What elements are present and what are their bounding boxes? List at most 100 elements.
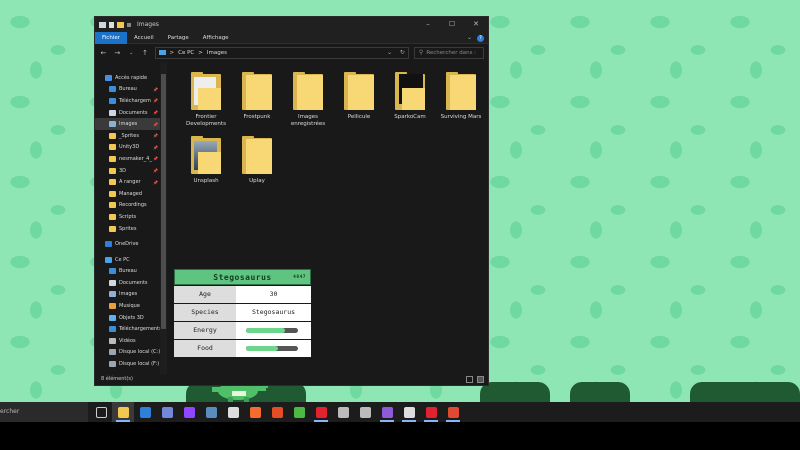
nav-item-disque-local-f-[interactable]: Disque local (F:) [95,358,167,370]
up-arrow-icon[interactable]: ↑ [141,49,150,57]
breadcrumb-images[interactable]: Images [207,50,227,56]
nav-item-a-ranger[interactable]: A ranger 📌 [95,176,167,188]
nav-item-t-l-chargements[interactable]: Téléchargements [95,323,167,335]
nav-item-bureau[interactable]: Bureau 📌 [95,84,167,96]
opera-taskbar-button[interactable] [310,402,332,422]
nav-item-label: Musique [119,303,140,310]
edge-taskbar-button[interactable] [134,402,156,422]
folder-icon [191,72,221,110]
nav-item-onedrive[interactable]: OneDrive [95,238,167,250]
nav-item-documents[interactable]: Documents 📌 [95,107,167,119]
nav-item-vid-os[interactable]: Vidéos [95,335,167,347]
red-app-taskbar-button[interactable] [442,402,464,422]
twitch-icon [183,406,195,418]
nav-item-label: Ce PC [115,256,130,263]
game-app-taskbar-button[interactable] [420,402,442,422]
address-dropdown-icon[interactable]: ⌄ [387,49,392,56]
folder-item[interactable]: SparkoCam [385,72,435,121]
unity-taskbar-button[interactable] [398,402,420,422]
nav-item-scripts[interactable]: Scripts [95,211,167,223]
breadcrumb-separator: > [169,49,175,56]
nav-item-label: Téléchargements [119,326,162,333]
folder-item[interactable]: Surviving Mars [436,72,486,121]
copy-taskbar-button[interactable] [354,402,376,422]
nav-scrollbar-thumb[interactable] [161,74,166,329]
dino-stat-value: 30 [236,286,311,303]
drive-icon [109,349,116,356]
nav-item-label: OneDrive [115,241,139,248]
refresh-icon[interactable]: ↻ [400,49,405,56]
tab-accueil[interactable]: Accueil [127,32,161,44]
quick-access-dropdown-icon[interactable] [127,22,131,27]
nav-item-objets-3d[interactable]: Objets 3D [95,312,167,324]
twitch-taskbar-button[interactable] [178,402,200,422]
cube-icon [109,314,116,321]
help-icon[interactable]: ? [477,35,484,42]
discord-taskbar-button[interactable] [156,402,178,422]
folder-item[interactable]: Frostpunk [232,72,282,121]
nav-item-recordings[interactable]: Recordings [95,200,167,212]
folder-icon [109,225,116,232]
epic-games-taskbar-button[interactable] [222,402,244,422]
large-icons-view-button[interactable] [477,376,484,383]
folder-item[interactable]: Unsplash [181,136,231,185]
nav-item-bureau[interactable]: Bureau [95,266,167,278]
origin-taskbar-button[interactable] [244,402,266,422]
nav-item-disque-local-c-[interactable]: Disque local (C:) [95,347,167,359]
desktop-icon [109,268,116,275]
recent-locations-icon[interactable]: ⌄ [127,50,136,56]
folder-item[interactable]: Images enregistrées [283,72,333,128]
search-input[interactable]: ⚲ Rechercher dans : [413,46,484,59]
nav-item-nesmaker-4-[interactable]: nesmaker_4_ 📌 [95,153,167,165]
details-view-button[interactable] [466,376,473,383]
nav-item-sprites[interactable]: Sprites [95,223,167,235]
nav-item-documents[interactable]: Documents [95,277,167,289]
nav-item-acc-s-rapide[interactable]: Accès rapide [95,72,167,84]
sketchup-taskbar-button[interactable] [332,402,354,422]
nav-item-ce-pc[interactable]: Ce PC [95,254,167,266]
taskbar-search-box[interactable]: ercher [0,402,88,422]
title-bar[interactable]: Images – ☐ ✕ [95,17,488,32]
new-folder-icon[interactable] [117,21,124,28]
nav-item-3d[interactable]: 3D 📌 [95,165,167,177]
steam-taskbar-button[interactable] [200,402,222,422]
image-icon [109,291,116,298]
folder-item[interactable]: Frontier Developments [181,72,231,128]
nav-item-images[interactable]: Images 📌 [95,118,167,130]
tab-affichage[interactable]: Affichage [196,32,236,44]
file-explorer-taskbar-button[interactable] [112,402,134,422]
nav-item-musique[interactable]: Musique [95,300,167,312]
maximize-button[interactable]: ☐ [440,17,464,32]
forward-arrow-icon[interactable]: → [113,49,122,57]
ribbon-tabs: Fichier Accueil Partage Affichage ⌄ ? [95,31,488,44]
visual-studio-taskbar-button[interactable] [376,402,398,422]
expand-ribbon-icon[interactable]: ⌄ [467,34,472,41]
camtasia-taskbar-button[interactable] [288,402,310,422]
back-arrow-icon[interactable]: ← [99,49,108,57]
nav-item-managed[interactable]: Managed [95,188,167,200]
close-button[interactable]: ✕ [464,17,488,32]
minimize-button[interactable]: – [416,17,440,32]
dino-stat-row: Food [174,340,311,357]
folder-item[interactable]: Pellicule [334,72,384,121]
properties-icon[interactable] [109,21,114,28]
task-view-taskbar-button[interactable] [90,402,112,422]
breadcrumb-ce-pc[interactable]: Ce PC [178,50,194,56]
navigation-pane[interactable]: Accès rapide Bureau 📌 Téléchargem 📌 Documents… [95,62,167,374]
tab-partage[interactable]: Partage [161,32,196,44]
folder-item[interactable]: Uplay [232,136,282,185]
nav-item-images[interactable]: Images [95,289,167,301]
nav-scrollbar[interactable] [160,62,167,374]
tab-fichier[interactable]: Fichier [95,31,127,44]
nav-item-label: Images [119,291,138,298]
address-bar[interactable]: > Ce PC > Images ⌄ ↻ [154,46,409,59]
html5-taskbar-button[interactable] [266,402,288,422]
nav-item-unity3d[interactable]: Unity3D 📌 [95,142,167,154]
nav-item--sprites[interactable]: _Sprites 📌 [95,130,167,142]
image-icon [109,121,116,128]
pin-icon: 📌 [153,121,158,127]
pin-icon: 📌 [153,179,158,185]
nav-item-t-l-chargem[interactable]: Téléchargem 📌 [95,95,167,107]
pin-icon: 📌 [153,98,158,104]
nav-item-label: Unity3D [119,144,140,151]
